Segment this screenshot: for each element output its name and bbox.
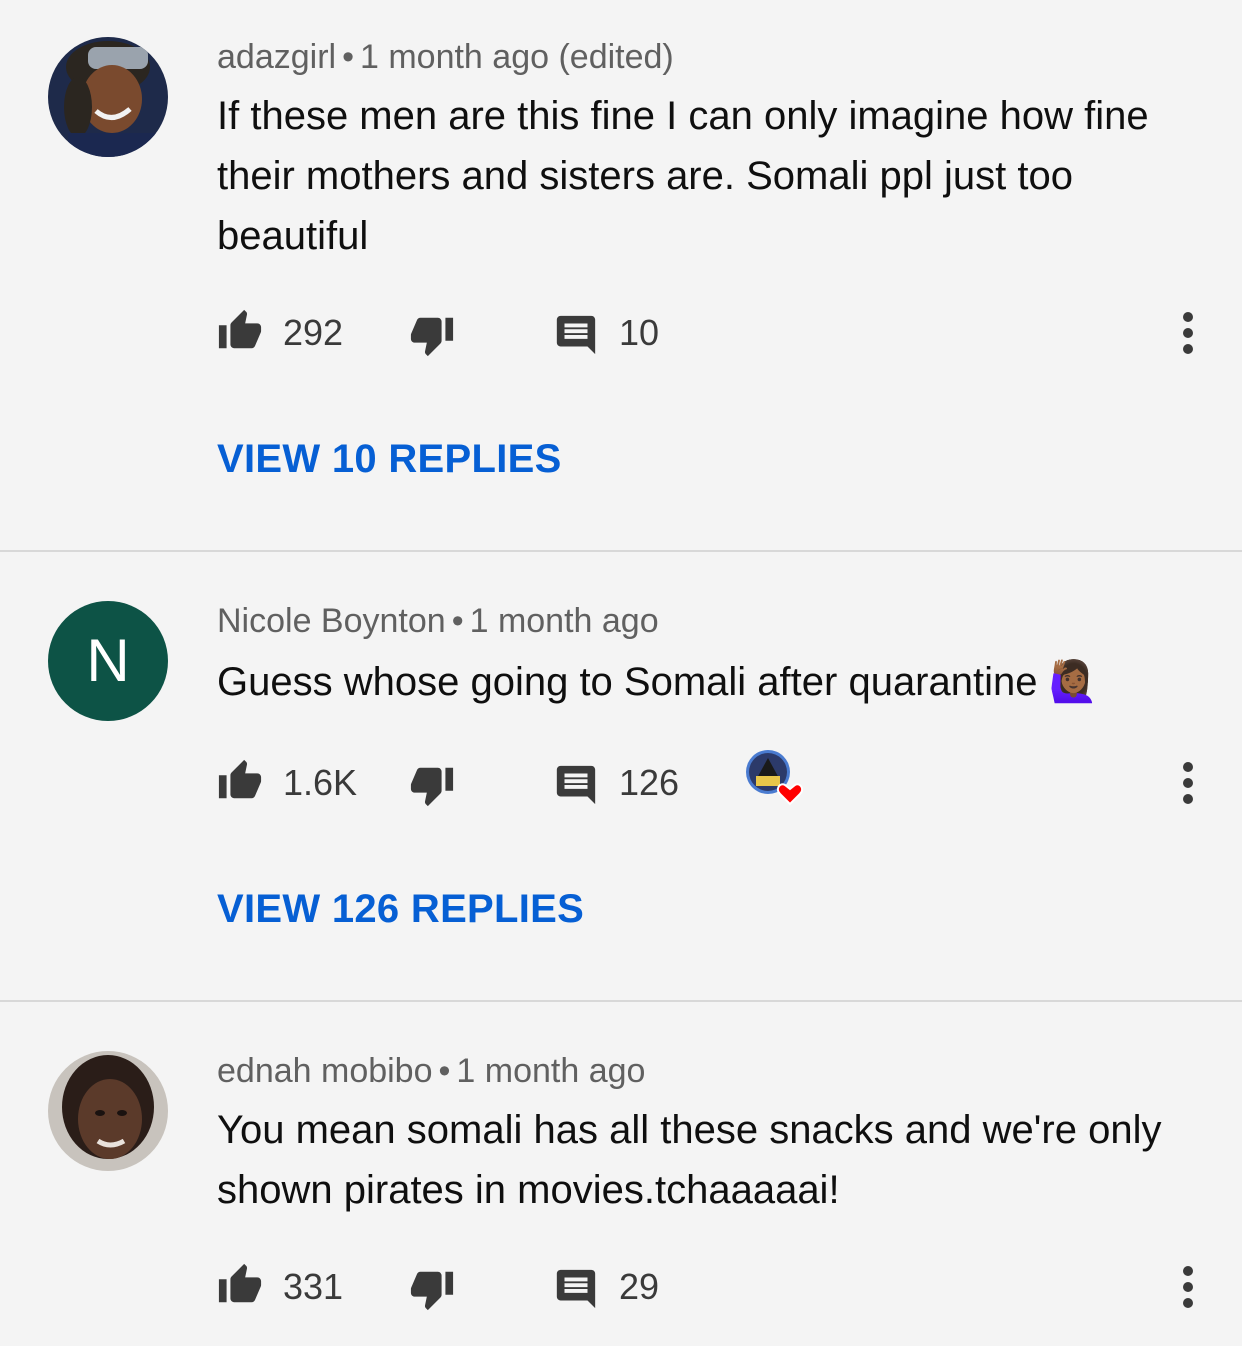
reply-icon[interactable]	[553, 762, 599, 808]
more-options-icon[interactable]	[1177, 760, 1199, 806]
reply-icon[interactable]	[553, 312, 599, 358]
avatar-photo	[48, 37, 168, 157]
reply-count: 29	[619, 1266, 660, 1307]
dislike-icon[interactable]	[409, 1266, 455, 1312]
creator-heart-icon	[746, 750, 804, 806]
comment-text: You mean somali has all these snacks and…	[217, 1108, 1162, 1212]
like-icon[interactable]	[217, 1262, 263, 1308]
like-count: 292	[283, 312, 344, 353]
author-name[interactable]: ednah mobibo	[217, 1052, 433, 1090]
comment-time: 1 month ago	[469, 602, 659, 640]
view-replies-button[interactable]: VIEW 126 REPLIES	[217, 887, 584, 932]
comment-time: 1 month ago	[456, 1052, 646, 1090]
avatar[interactable]: N	[48, 601, 168, 721]
author-name[interactable]: Nicole Boynton	[217, 602, 446, 640]
avatar[interactable]	[48, 37, 168, 157]
comment-meta: ednah mobibo • 1 month ago	[217, 1052, 645, 1091]
reply-count: 126	[619, 762, 680, 803]
comment-meta: adazgirl • 1 month ago (edited)	[217, 38, 674, 77]
meta-separator: •	[438, 1052, 451, 1090]
reply-icon[interactable]	[553, 1266, 599, 1312]
like-icon[interactable]	[217, 308, 263, 354]
comment-actions: 331 29	[217, 1262, 1217, 1312]
dislike-icon[interactable]	[409, 762, 455, 808]
comment-text: If these men are this fine I can only im…	[217, 94, 1149, 258]
reply-count: 10	[619, 312, 660, 353]
more-options-icon[interactable]	[1177, 310, 1199, 356]
comment-thread: adazgirl • 1 month ago (edited) If these m…	[0, 0, 1242, 550]
author-name[interactable]: adazgirl	[217, 38, 336, 76]
comment-actions: 292 10	[217, 308, 1217, 358]
comment-thread: ednah mobibo • 1 month ago You mean somali…	[0, 1002, 1242, 1346]
comment-time: 1 month ago (edited)	[359, 38, 674, 76]
like-count: 1.6K	[283, 762, 358, 803]
view-replies-button[interactable]: VIEW 10 REPLIES	[217, 437, 562, 482]
avatar[interactable]	[48, 1051, 168, 1171]
like-icon[interactable]	[217, 758, 263, 804]
avatar-photo	[48, 1051, 168, 1171]
like-count: 331	[283, 1266, 344, 1307]
meta-separator: •	[451, 602, 464, 640]
comment-text: Guess whose going to Somali after quaran…	[217, 660, 1099, 704]
comment-actions: 1.6K 126	[217, 750, 1217, 808]
more-options-icon[interactable]	[1177, 1264, 1199, 1310]
comment-thread: N Nicole Boynton • 1 month ago Guess whose…	[0, 552, 1242, 1000]
comment-meta: Nicole Boynton • 1 month ago	[217, 602, 659, 641]
dislike-icon[interactable]	[409, 312, 455, 358]
meta-separator: •	[342, 38, 354, 76]
